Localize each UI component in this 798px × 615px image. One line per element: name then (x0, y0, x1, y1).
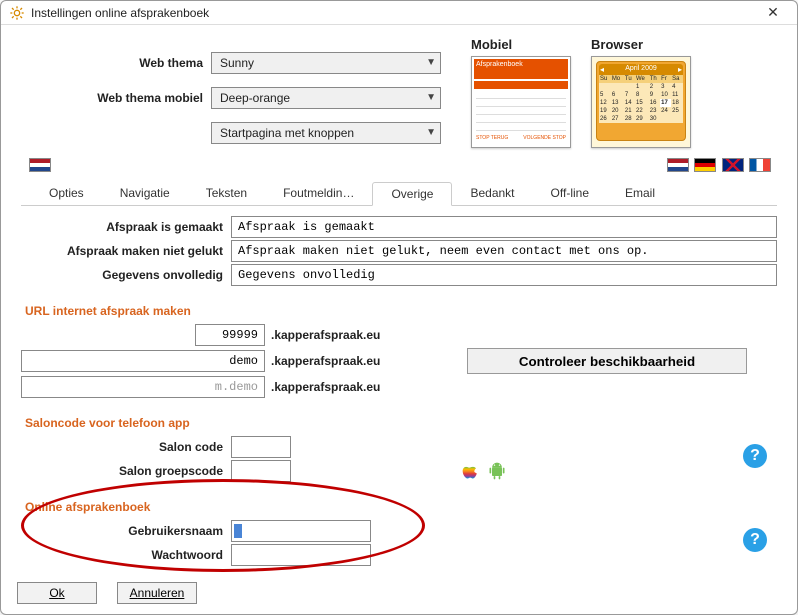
url-domain-2: .kapperafspraak.eu (271, 354, 421, 368)
titlebar: Instellingen online afsprakenboek ✕ (1, 1, 797, 25)
web-theme-mobile-label: Web thema mobiel (21, 91, 211, 105)
msg-incomplete-input[interactable] (231, 264, 777, 286)
browser-preview[interactable]: ◂ April 2009 ▸ SuMoTuWeThFrSa 1234 56789… (591, 56, 691, 148)
text-selection (234, 524, 242, 538)
web-theme-combo[interactable]: Sunny ▼ (211, 52, 441, 74)
salon-code-label: Salon code (21, 440, 231, 454)
cancel-button[interactable]: Annuleren (117, 582, 197, 604)
tab-overige[interactable]: Overige (372, 182, 452, 206)
mobile-preview-col: Mobiel Afsprakenboek STOP TERUGVOLGE (471, 37, 571, 148)
msg-incomplete-label: Gegevens onvolledig (21, 268, 231, 282)
url-domain-3: .kapperafspraak.eu (271, 380, 421, 394)
username-input[interactable] (231, 520, 371, 542)
chevron-down-icon: ▼ (426, 127, 436, 138)
content-area: Web thema Sunny ▼ Web thema mobiel Deep-… (1, 25, 797, 576)
tab-panel-overige: Afspraak is gemaakt Afspraak maken niet … (21, 206, 777, 566)
flag-de[interactable] (694, 158, 716, 172)
login-group: Online afsprakenboek Gebruikersnaam Wach… (21, 492, 777, 566)
url-name-input[interactable] (21, 350, 265, 372)
theme-previews: Mobiel Afsprakenboek STOP TERUGVOLGE (471, 37, 691, 148)
chevron-down-icon: ▼ (426, 92, 436, 103)
dialog-button-bar: Ok Annuleren (1, 576, 797, 614)
msg-failed-input[interactable] (231, 240, 777, 262)
web-theme-value: Sunny (220, 56, 254, 70)
ok-button[interactable]: Ok (17, 582, 97, 604)
language-flag-row (27, 158, 771, 175)
tab-email[interactable]: Email (607, 182, 673, 206)
url-group-title: URL internet afspraak maken (25, 304, 777, 318)
login-title: Online afsprakenboek (25, 500, 777, 514)
flag-uk[interactable] (722, 158, 744, 172)
url-mobile-input[interactable] (21, 376, 265, 398)
web-theme-mobile-combo[interactable]: Deep-orange ▼ (211, 87, 441, 109)
startpage-combo[interactable]: Startpagina met knoppen ▼ (211, 122, 441, 144)
saloncode-title: Saloncode voor telefoon app (25, 416, 777, 430)
apple-icon (461, 461, 481, 481)
url-code-input[interactable] (195, 324, 265, 346)
gear-icon (9, 5, 25, 21)
help-login-button[interactable]: ? (743, 528, 767, 552)
tab-opties[interactable]: Opties (31, 182, 102, 206)
browser-preview-col: Browser ◂ April 2009 ▸ SuMoTuWeThFrSa 12… (591, 37, 691, 148)
web-theme-mobile-value: Deep-orange (220, 91, 290, 105)
mobile-preview[interactable]: Afsprakenboek STOP TERUGVOLGENDE STOP (471, 56, 571, 148)
browser-preview-label: Browser (591, 37, 643, 52)
msg-made-label: Afspraak is gemaakt (21, 220, 231, 234)
tab-teksten[interactable]: Teksten (188, 182, 265, 206)
password-input[interactable] (231, 544, 371, 566)
username-label: Gebruikersnaam (21, 524, 231, 538)
flag-nl[interactable] (667, 158, 689, 172)
password-label: Wachtwoord (21, 548, 231, 562)
tab-foutmeldingen[interactable]: Foutmeldin… (265, 182, 372, 206)
web-theme-label: Web thema (21, 56, 211, 70)
startpage-value: Startpagina met knoppen (220, 126, 354, 140)
android-icon (487, 461, 507, 481)
salon-code-input[interactable] (231, 436, 291, 458)
tab-navigatie[interactable]: Navigatie (102, 182, 188, 206)
close-button[interactable]: ✕ (757, 2, 789, 24)
msg-failed-label: Afspraak maken niet gelukt (21, 244, 231, 258)
url-group: URL internet afspraak maken .kapperafspr… (21, 296, 777, 398)
chevron-down-icon: ▼ (426, 57, 436, 68)
mobile-preview-label: Mobiel (471, 37, 512, 52)
salon-group-label: Salon groepscode (21, 464, 231, 478)
salon-group-input[interactable] (231, 460, 291, 482)
tab-offline[interactable]: Off-line (533, 182, 607, 206)
settings-dialog: Instellingen online afsprakenboek ✕ Web … (0, 0, 798, 615)
saloncode-group: Saloncode voor telefoon app Salon code S… (21, 408, 777, 482)
window-title: Instellingen online afsprakenboek (31, 6, 757, 20)
flag-fr[interactable] (749, 158, 771, 172)
theme-preview-row: Web thema Sunny ▼ Web thema mobiel Deep-… (21, 37, 777, 148)
tab-bar: Opties Navigatie Teksten Foutmeldin… Ove… (21, 181, 777, 206)
flag-nl-left[interactable] (29, 158, 51, 172)
check-availability-button[interactable]: Controleer beschikbaarheid (467, 348, 747, 374)
url-domain-1: .kapperafspraak.eu (271, 328, 421, 342)
theme-selectors: Web thema Sunny ▼ Web thema mobiel Deep-… (21, 47, 441, 148)
help-salon-button[interactable]: ? (743, 444, 767, 468)
calendar-month: April 2009 (625, 65, 657, 74)
msg-made-input[interactable] (231, 216, 777, 238)
tab-bedankt[interactable]: Bedankt (452, 182, 532, 206)
